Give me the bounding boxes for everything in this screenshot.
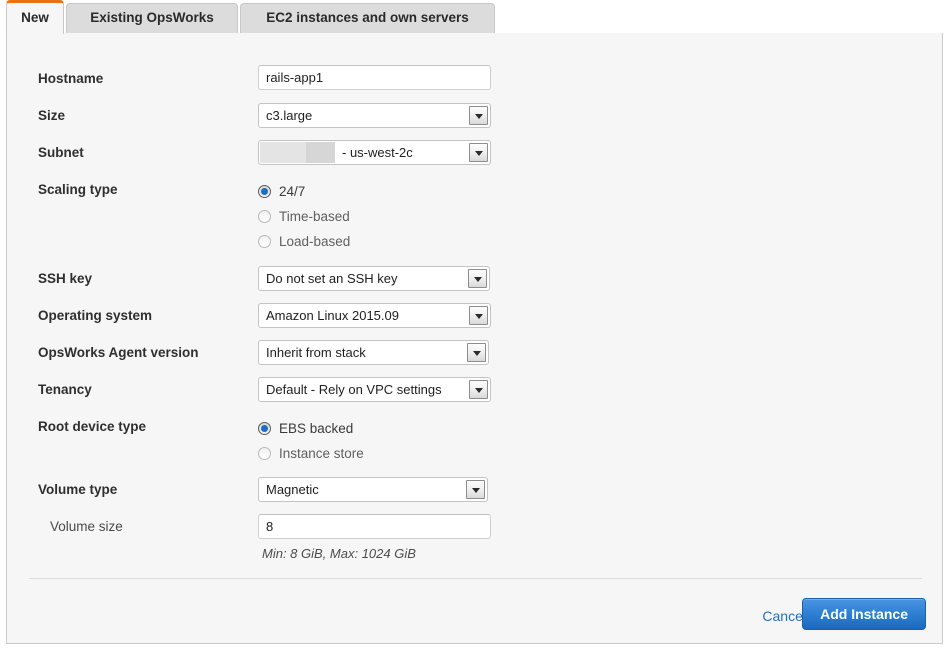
ssh-key-select-value: Do not set an SSH key [266,271,398,286]
volume-size-hint: Min: 8 GiB, Max: 1024 GiB [262,546,416,561]
radio-indicator [258,235,271,248]
operating-system-label: Operating system [38,308,153,323]
chevron-down-icon[interactable] [469,143,488,162]
size-label: Size [38,108,66,123]
agent-version-select[interactable]: Inherit from stack [258,340,489,365]
redacted-block [306,142,335,163]
hostname-label: Hostname [38,71,104,86]
add-instance-button[interactable]: Add Instance [802,598,926,630]
tab-existing-opsworks[interactable]: Existing OpsWorks [66,3,238,33]
tab-new[interactable]: New [6,0,64,34]
subnet-select[interactable]: - us-west-2c [258,140,491,165]
redacted-block [260,142,306,163]
volume-type-select-value: Magnetic [266,482,319,497]
chevron-down-icon[interactable] [468,269,487,288]
agent-version-select-value: Inherit from stack [266,345,366,360]
ssh-key-select[interactable]: Do not set an SSH key [258,266,490,291]
add-instance-panel: Hostname Size c3.large Subnet - us-west-… [6,32,943,644]
operating-system-select-value: Amazon Linux 2015.09 [266,308,399,323]
chevron-down-icon[interactable] [469,380,488,399]
tenancy-select-value: Default - Rely on VPC settings [266,382,442,397]
radio-label: Time-based [279,209,350,224]
tenancy-select[interactable]: Default - Rely on VPC settings [258,377,491,402]
scaling-type-label: Scaling type [38,182,118,197]
chevron-down-icon[interactable] [469,106,488,125]
chevron-down-icon[interactable] [469,306,488,325]
radio-indicator [258,422,271,435]
radio-label: Load-based [279,234,351,249]
operating-system-select[interactable]: Amazon Linux 2015.09 [258,303,491,328]
tab-ec2-instances-and-own-servers[interactable]: EC2 instances and own servers [240,3,495,33]
root-device-type-label: Root device type [38,419,147,434]
radio-label: Instance store [279,446,364,461]
volume-size-label: Volume size [50,519,123,534]
chevron-down-icon[interactable] [466,480,485,499]
radio-label: EBS backed [279,421,354,436]
footer-divider [29,578,922,579]
radio-indicator [258,185,271,198]
hostname-input[interactable] [258,65,491,90]
chevron-down-icon[interactable] [467,343,486,362]
subnet-label: Subnet [38,145,84,160]
volume-type-label: Volume type [38,482,118,497]
volume-size-input[interactable] [258,514,491,539]
subnet-select-value: - us-west-2c [342,145,413,160]
ssh-key-label: SSH key [38,271,93,286]
radio-indicator [258,210,271,223]
size-select[interactable]: c3.large [258,103,491,128]
cancel-button[interactable]: Cancel [762,606,806,626]
volume-type-select[interactable]: Magnetic [258,477,488,502]
tab-bar: New Existing OpsWorks EC2 instances and … [0,0,949,34]
size-select-value: c3.large [266,108,313,123]
radio-label: 24/7 [279,184,306,199]
agent-version-label: OpsWorks Agent version [38,345,199,360]
tenancy-label: Tenancy [38,382,92,397]
radio-indicator [258,447,271,460]
